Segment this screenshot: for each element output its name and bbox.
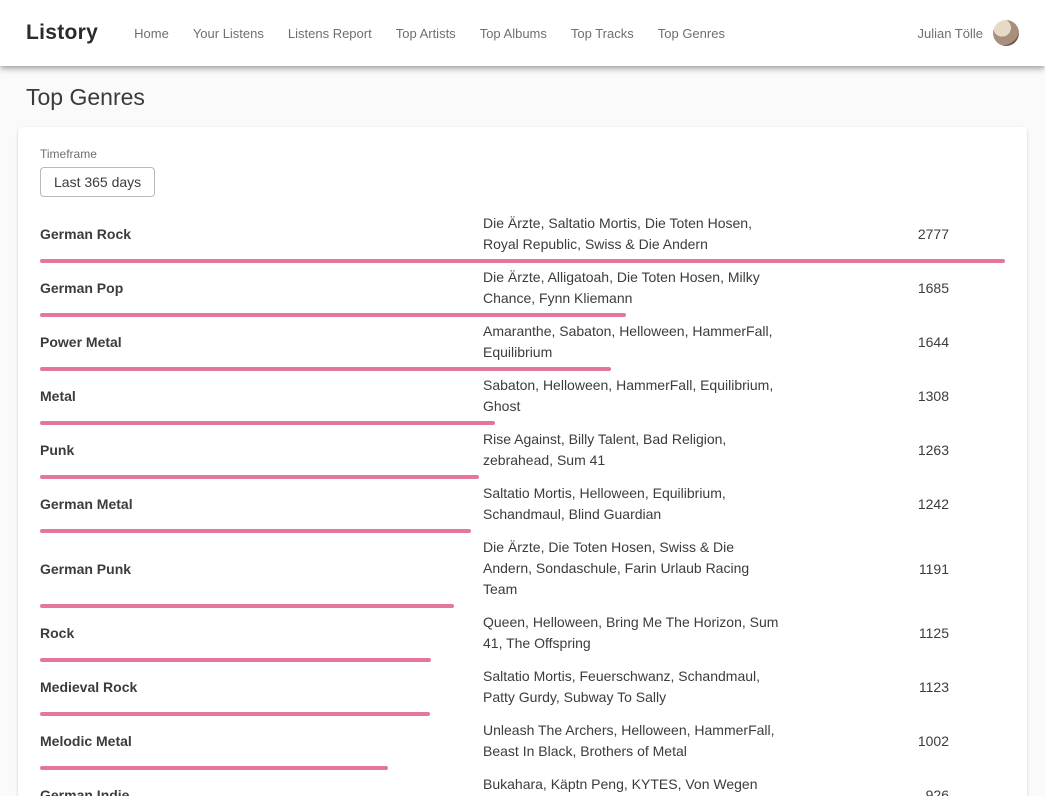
- genres-table: German RockDie Ärzte, Saltatio Mortis, D…: [40, 209, 1005, 796]
- nav-item-home[interactable]: Home: [134, 26, 169, 41]
- genre-count: 2777: [783, 226, 1005, 242]
- genre-count: 926: [783, 787, 1005, 796]
- genre-row: Medieval RockSaltatio Mortis, Feuerschwa…: [40, 662, 1005, 716]
- genre-name: Power Metal: [40, 334, 483, 350]
- genre-row: RockQueen, Helloween, Bring Me The Horiz…: [40, 608, 1005, 662]
- genre-row: German MetalSaltatio Mortis, Helloween, …: [40, 479, 1005, 533]
- genre-count: 1685: [783, 280, 1005, 296]
- genre-artists: Die Ärzte, Alligatoah, Die Toten Hosen, …: [483, 267, 783, 309]
- genre-artists: Saltatio Mortis, Feuerschwanz, Schandmau…: [483, 666, 783, 708]
- genre-name: German Metal: [40, 496, 483, 512]
- genre-row: German PunkDie Ärzte, Die Toten Hosen, S…: [40, 533, 1005, 608]
- genre-name: German Pop: [40, 280, 483, 296]
- page-main: Top Genres Timeframe Last 365 days Germa…: [0, 84, 1045, 796]
- genre-artists: Die Ärzte, Saltatio Mortis, Die Toten Ho…: [483, 213, 783, 255]
- genre-name: German Punk: [40, 561, 483, 577]
- genre-count: 1191: [783, 561, 1005, 577]
- nav-item-top-albums[interactable]: Top Albums: [480, 26, 547, 41]
- genre-row: German RockDie Ärzte, Saltatio Mortis, D…: [40, 209, 1005, 263]
- user-name: Julian Tölle: [917, 26, 983, 41]
- genre-row-content: Melodic MetalUnleash The Archers, Hellow…: [40, 716, 1005, 766]
- genre-row: Power MetalAmaranthe, Sabaton, Helloween…: [40, 317, 1005, 371]
- nav-item-top-genres[interactable]: Top Genres: [658, 26, 725, 41]
- genre-name: Metal: [40, 388, 483, 404]
- genre-artists: Unleash The Archers, Helloween, HammerFa…: [483, 720, 783, 762]
- genre-artists: Rise Against, Billy Talent, Bad Religion…: [483, 429, 783, 471]
- genre-count: 1242: [783, 496, 1005, 512]
- genre-artists: Sabaton, Helloween, HammerFall, Equilibr…: [483, 375, 783, 417]
- genre-name: Punk: [40, 442, 483, 458]
- genre-count: 1263: [783, 442, 1005, 458]
- genre-count: 1308: [783, 388, 1005, 404]
- nav-item-top-artists[interactable]: Top Artists: [396, 26, 456, 41]
- genre-count: 1002: [783, 733, 1005, 749]
- genre-artists: Amaranthe, Sabaton, Helloween, HammerFal…: [483, 321, 783, 363]
- genre-count: 1644: [783, 334, 1005, 350]
- genre-row-content: German MetalSaltatio Mortis, Helloween, …: [40, 479, 1005, 529]
- genre-row-content: Power MetalAmaranthe, Sabaton, Helloween…: [40, 317, 1005, 367]
- genre-name: German Rock: [40, 226, 483, 242]
- genre-row: Melodic MetalUnleash The Archers, Hellow…: [40, 716, 1005, 770]
- genre-row-content: German PunkDie Ärzte, Die Toten Hosen, S…: [40, 533, 1005, 604]
- genre-name: Medieval Rock: [40, 679, 483, 695]
- genre-count: 1123: [783, 679, 1005, 695]
- user-menu[interactable]: Julian Tölle: [917, 20, 1019, 46]
- app-header: Listory Home Your Listens Listens Report To…: [0, 0, 1045, 66]
- genre-name: German Indie: [40, 787, 483, 796]
- genre-row-content: German IndieBukahara, Käptn Peng, KYTES,…: [40, 770, 1005, 796]
- genre-name: Rock: [40, 625, 483, 641]
- genre-row-content: RockQueen, Helloween, Bring Me The Horiz…: [40, 608, 1005, 658]
- genre-artists: Saltatio Mortis, Helloween, Equilibrium,…: [483, 483, 783, 525]
- genre-artists: Queen, Helloween, Bring Me The Horizon, …: [483, 612, 783, 654]
- genre-artists: Die Ärzte, Die Toten Hosen, Swiss & Die …: [483, 537, 783, 600]
- genre-row-content: Medieval RockSaltatio Mortis, Feuerschwa…: [40, 662, 1005, 712]
- genre-row-content: German RockDie Ärzte, Saltatio Mortis, D…: [40, 209, 1005, 259]
- genre-artists: Bukahara, Käptn Peng, KYTES, Von Wegen L…: [483, 774, 783, 796]
- genre-name: Melodic Metal: [40, 733, 483, 749]
- main-nav: Home Your Listens Listens Report Top Artist…: [134, 26, 917, 41]
- nav-item-listens-report[interactable]: Listens Report: [288, 26, 372, 41]
- page-title: Top Genres: [26, 84, 1019, 111]
- genre-row: German PopDie Ärzte, Alligatoah, Die Tot…: [40, 263, 1005, 317]
- timeframe-label: Timeframe: [40, 147, 1005, 161]
- genre-row: PunkRise Against, Billy Talent, Bad Reli…: [40, 425, 1005, 479]
- genre-count: 1125: [783, 625, 1005, 641]
- nav-item-top-tracks[interactable]: Top Tracks: [571, 26, 634, 41]
- nav-item-your-listens[interactable]: Your Listens: [193, 26, 264, 41]
- genre-row-content: MetalSabaton, Helloween, HammerFall, Equ…: [40, 371, 1005, 421]
- genre-row-content: German PopDie Ärzte, Alligatoah, Die Tot…: [40, 263, 1005, 313]
- app-logo[interactable]: Listory: [26, 21, 98, 45]
- genre-row: MetalSabaton, Helloween, HammerFall, Equ…: [40, 371, 1005, 425]
- timeframe-select[interactable]: Last 365 days: [40, 167, 155, 197]
- timeframe-control: Timeframe Last 365 days: [40, 147, 1005, 197]
- top-genres-card: Timeframe Last 365 days German RockDie Ä…: [18, 127, 1027, 796]
- user-avatar: [993, 20, 1019, 46]
- genre-row-content: PunkRise Against, Billy Talent, Bad Reli…: [40, 425, 1005, 475]
- genre-row: German IndieBukahara, Käptn Peng, KYTES,…: [40, 770, 1005, 796]
